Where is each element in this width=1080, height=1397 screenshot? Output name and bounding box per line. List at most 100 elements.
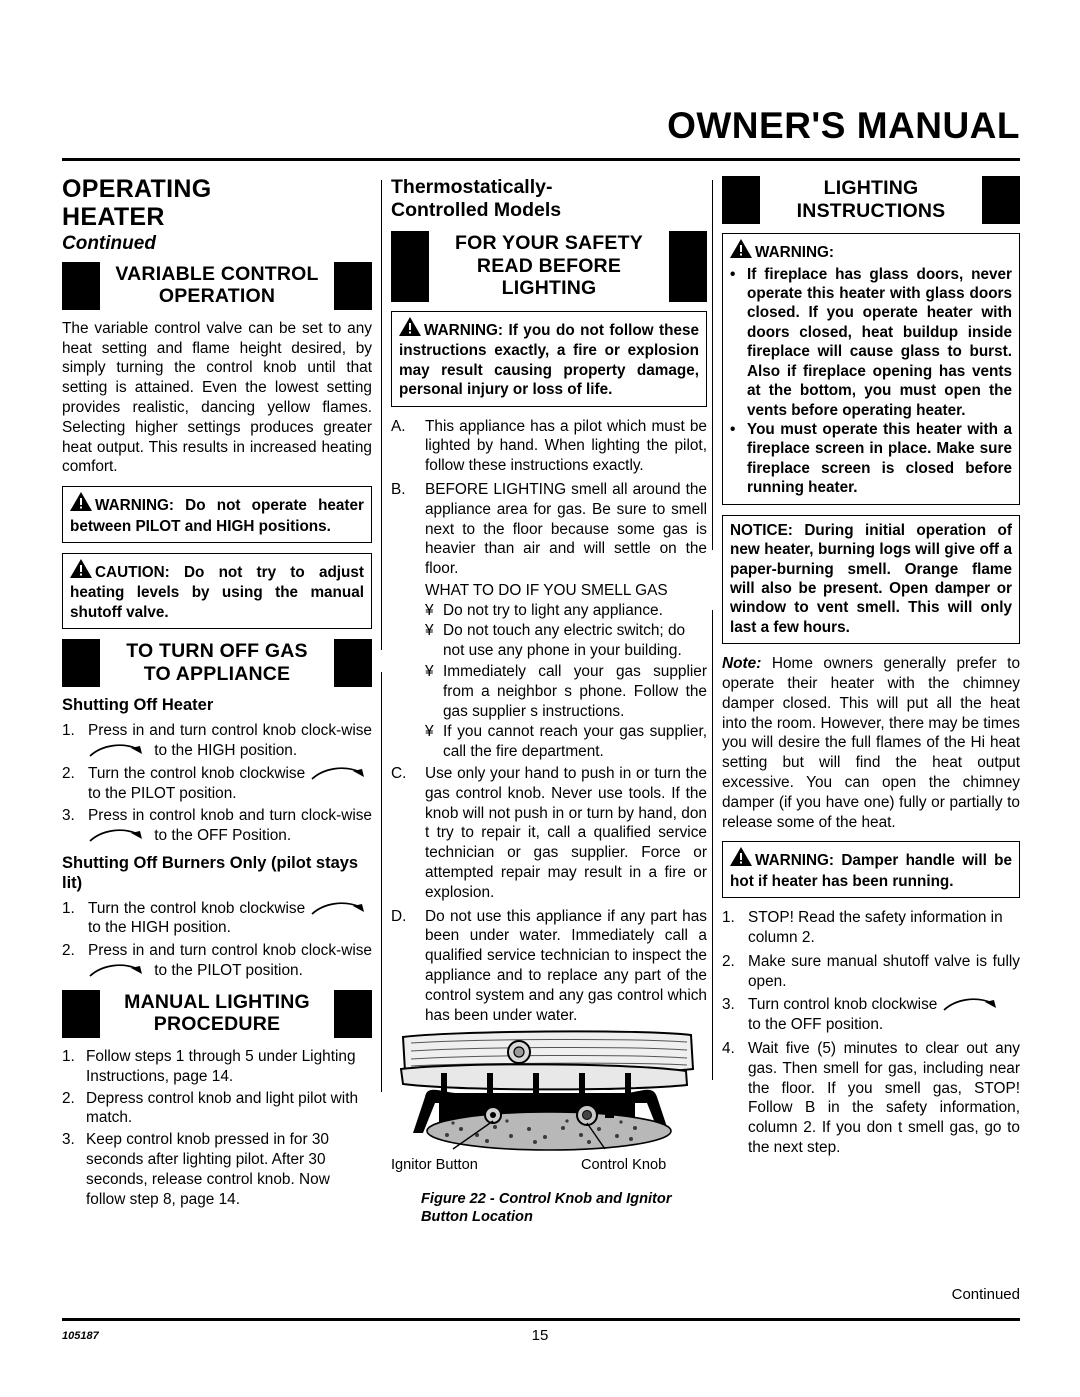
smell-gas-heading: WHAT TO DO IF YOU SMELL GAS	[425, 581, 668, 599]
banner-block-right	[334, 639, 372, 688]
list-text: Do not try to light any appliance.	[443, 601, 663, 619]
footer-divider	[62, 1318, 1020, 1321]
column-1: OPERATING HEATER Continued VARIABLE CONT…	[62, 176, 372, 1211]
warning-bullet-text: If fireplace has glass doors, never oper…	[747, 265, 1012, 419]
list-item: 3. Keep control knob pressed in for 30 s…	[62, 1130, 372, 1209]
list-text: Do not touch any electric switch; do not…	[443, 622, 686, 660]
note-label: Note:	[722, 655, 762, 673]
list-text-before: Turn the control knob clockwise	[88, 764, 306, 782]
list-text: Use only your hand to push in or turn th…	[425, 765, 707, 901]
list-item: 1. Press in and turn control knob clock-…	[62, 721, 372, 761]
banner-turn-off-gas: TO TURN OFF GAS TO APPLIANCE	[62, 639, 372, 688]
banner-text-line1: MANUAL LIGHTING	[124, 990, 310, 1013]
list-lighting-steps: 1. STOP! Read the safety information in …	[722, 908, 1020, 1158]
list-marker: 1.	[62, 1048, 75, 1065]
list-marker: A.	[391, 417, 406, 435]
list-text: If you cannot reach your gas supplier, c…	[443, 723, 707, 761]
clockwise-arrow-icon	[88, 828, 150, 843]
banner-block-left	[62, 989, 100, 1038]
subheading-shutting-off-burners: Shutting Off Burners Only (pilot stays l…	[62, 854, 359, 892]
list-text-after: to the OFF Position.	[154, 827, 292, 845]
list-text: Do not use this appliance if any part ha…	[425, 907, 707, 1024]
list-text-after: to the OFF position.	[748, 1016, 884, 1034]
section-continued-label: Continued	[62, 232, 156, 254]
page-title: OWNER'S MANUAL	[667, 105, 1020, 146]
column-divider-4	[712, 610, 713, 1080]
banner-block-right	[334, 989, 372, 1038]
banner-block-left	[62, 261, 100, 310]
subheading-shutting-off-heater: Shutting Off Heater	[62, 696, 214, 715]
list-item: C. Use only your hand to push in or turn…	[391, 764, 707, 903]
warning-text: WARNING: If you do not follow these inst…	[399, 321, 699, 399]
bullet-marker-icon: ¥	[425, 723, 434, 741]
banner-text-line2: OPERATION	[158, 285, 276, 308]
banner-text-line2: READ BEFORE	[476, 254, 622, 277]
warning-box-glass-doors: WARNING: • If fireplace has glass doors,…	[722, 233, 1020, 505]
list-text-before: Turn the control knob clockwise	[88, 899, 306, 917]
list-text: Keep control knob pressed in for 30 seco…	[86, 1131, 330, 1208]
list-item: ¥ Do not touch any electric switch; do n…	[425, 621, 707, 661]
section-title-line1: OPERATING	[62, 175, 212, 203]
list-shutting-off-burners: 1. Turn the control knob clockwise to th…	[62, 899, 372, 981]
warning-box-read-instructions: WARNING: If you do not follow these inst…	[391, 310, 707, 407]
bullet-marker-icon: ¥	[425, 601, 434, 619]
list-text-after: to the HIGH position.	[88, 919, 231, 937]
list-marker: 4.	[722, 1040, 735, 1058]
column-divider-1	[381, 180, 382, 650]
list-marker: 1.	[62, 899, 75, 917]
list-text-before: Press in and turn control knob clock-wis…	[88, 942, 372, 960]
list-marker: 2.	[62, 764, 75, 782]
banner-text-line1: TO TURN OFF GAS	[126, 640, 308, 663]
header-divider	[62, 158, 1020, 161]
clockwise-arrow-icon	[942, 997, 1004, 1012]
list-marker: C.	[391, 765, 407, 783]
list-text-after: to the PILOT position.	[154, 961, 303, 979]
list-text: Depress control knob and light pilot wit…	[86, 1089, 359, 1127]
bullet-marker-icon: ¥	[425, 622, 434, 640]
list-item: ¥ If you cannot reach your gas supplier,…	[425, 722, 707, 762]
list-text: Make sure manual shutoff valve is fully …	[748, 952, 1020, 990]
figure-label-ignitor-button: Ignitor Button	[391, 1157, 478, 1174]
warning-triangle-icon	[70, 492, 92, 516]
clockwise-arrow-icon	[310, 766, 372, 781]
column-3: LIGHTING INSTRUCTIONS WARNING: • If fire…	[722, 176, 1020, 1162]
list-item: 2. Depress control knob and light pilot …	[62, 1089, 372, 1129]
warning-text: WARNING: Do not operate heater between P…	[70, 497, 364, 535]
column-divider-3	[712, 180, 713, 550]
list-item: B. BEFORE LIGHTING smell all around the …	[391, 480, 707, 579]
banner-for-your-safety: FOR YOUR SAFETY READ BEFORE LIGHTING	[391, 231, 707, 302]
banner-text-line2: INSTRUCTIONS	[796, 199, 946, 222]
manual-page: OWNER'S MANUAL OPERATING HEATER Continue…	[0, 0, 1080, 1397]
col2-title-line2: Controlled Models	[391, 199, 562, 221]
list-text: BEFORE LIGHTING smell all around the app…	[425, 480, 707, 578]
banner-block-left	[722, 176, 760, 225]
banner-block-left	[391, 231, 429, 302]
list-item: 2. Make sure manual shutoff valve is ful…	[722, 952, 1020, 992]
banner-text-line1: FOR YOUR SAFETY	[455, 232, 643, 254]
list-marker: D.	[391, 907, 407, 925]
list-item: ¥ Do not try to light any appliance.	[425, 601, 707, 621]
banner-block-left	[62, 639, 100, 688]
warning-bullet-item: • You must operate this heater with a fi…	[730, 420, 1012, 498]
column-divider-2	[381, 672, 382, 1092]
list-smell-gas-bullets: ¥ Do not try to light any appliance. ¥ D…	[425, 601, 707, 762]
list-text-before: Turn control knob clockwise	[748, 996, 938, 1014]
warning-box-damper-handle: WARNING: Damper handle will be hot if he…	[722, 841, 1020, 899]
banner-lighting-instructions: LIGHTING INSTRUCTIONS	[722, 176, 1020, 225]
notice-text: NOTICE: During initial operation of new …	[730, 521, 1012, 636]
banner-text-line2: TO APPLIANCE	[143, 662, 291, 685]
banner-text-line1: LIGHTING	[823, 177, 919, 199]
list-item: 3. Press in control knob and turn clock-…	[62, 806, 372, 846]
list-text-before: Press in control knob and turn clock-wis…	[88, 807, 372, 825]
list-text: This appliance has a pilot which must be…	[425, 417, 707, 475]
banner-variable-control-operation: VARIABLE CONTROL OPERATION	[62, 261, 372, 310]
banner-text-line1: VARIABLE CONTROL	[115, 262, 319, 285]
note-body: Home owners generally prefer to operate …	[722, 655, 1020, 831]
list-item: D. Do not use this appliance if any part…	[391, 907, 707, 1026]
list-marker: 3.	[722, 996, 735, 1014]
bullet-icon: •	[730, 421, 736, 439]
banner-text-line3: LIGHTING	[501, 277, 597, 300]
list-text-after: to the HIGH position.	[154, 742, 298, 760]
list-marker: 3.	[62, 807, 75, 825]
list-text: Wait five (5) minutes to clear out any g…	[748, 1040, 1020, 1157]
